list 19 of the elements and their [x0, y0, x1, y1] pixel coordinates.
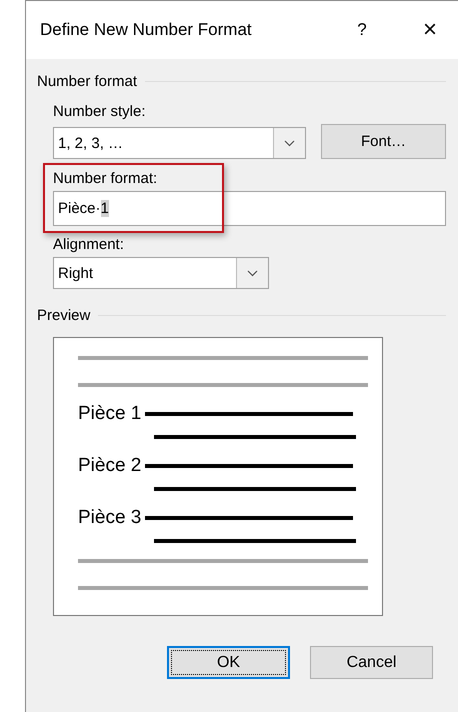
- help-button[interactable]: ?: [352, 20, 372, 40]
- font-button[interactable]: Font…: [321, 124, 446, 159]
- number-style-dropdown[interactable]: 1, 2, 3, …: [53, 127, 306, 159]
- ok-button[interactable]: OK: [167, 646, 290, 679]
- number-format-field[interactable]: Pièce·1: [53, 191, 446, 226]
- window-title: Define New Number Format: [40, 20, 253, 40]
- field-label: Number style:: [53, 103, 147, 120]
- field-label: Number format:: [53, 170, 158, 187]
- dropdown-icon: [247, 270, 258, 276]
- group-title: Preview: [37, 306, 90, 324]
- preview-text: Pièce 2: [78, 455, 142, 477]
- close-button[interactable]: ×: [418, 16, 442, 44]
- preview-text: Pièce 3: [78, 507, 142, 529]
- cancel-button[interactable]: Cancel: [310, 646, 433, 679]
- preview-text: Pièce 1: [78, 403, 142, 425]
- dropdown-icon: [284, 140, 295, 146]
- field-label: Alignment:: [53, 236, 125, 253]
- group-title: Number format: [37, 72, 138, 90]
- alignment-dropdown[interactable]: Right: [53, 257, 269, 289]
